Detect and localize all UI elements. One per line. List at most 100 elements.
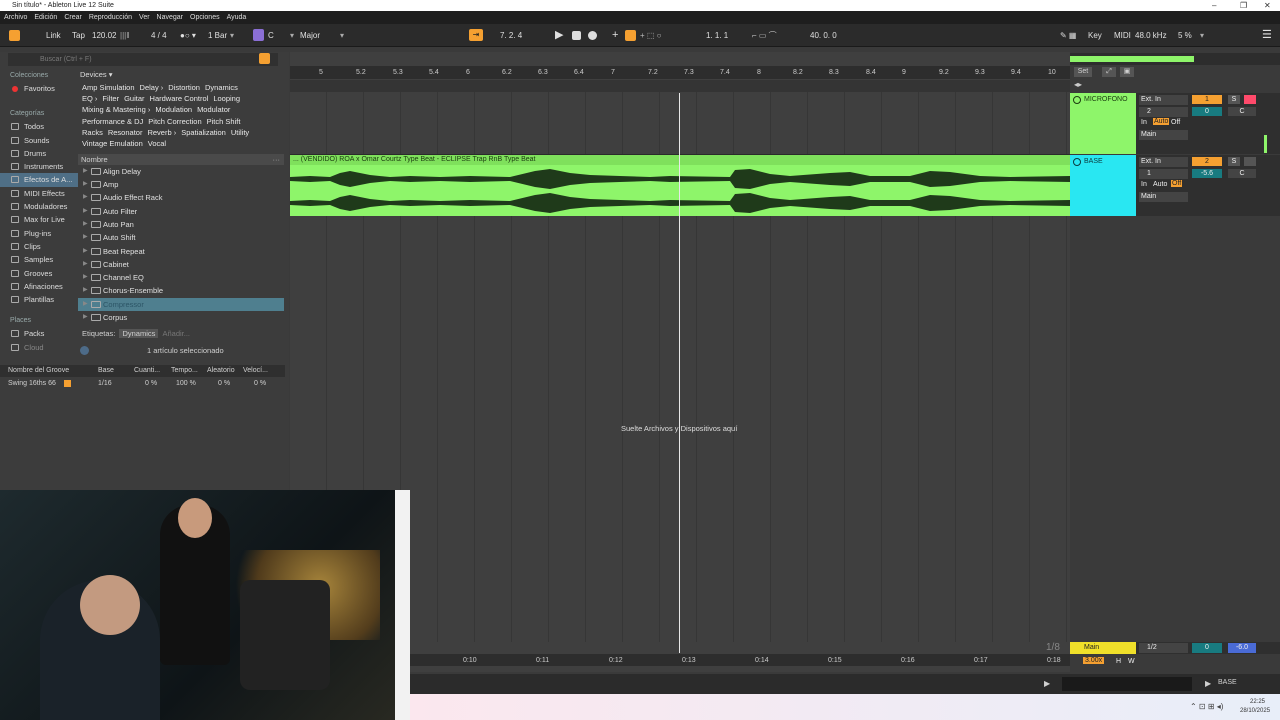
maximize-icon[interactable]: ❐ (1240, 0, 1247, 11)
overdub-icon[interactable]: + (612, 24, 618, 47)
tag-chip[interactable]: Reverb › (145, 127, 178, 138)
capture-icons[interactable]: + ⬚ ○ (640, 24, 662, 47)
sidebar-item-max-for-live[interactable]: Max for Live (0, 213, 78, 226)
play-clip-icon[interactable]: ▶ (1044, 679, 1050, 688)
add-tag-button[interactable]: Añadir... (162, 329, 190, 338)
tag-chip[interactable]: Vocal (146, 138, 168, 149)
groove-velocity[interactable]: 0 % (254, 378, 266, 389)
groove-col-timing[interactable]: Tempo... (171, 365, 198, 377)
follow-icon[interactable]: ⇥ (469, 29, 483, 41)
tag-chip[interactable]: Filter (100, 93, 121, 104)
scale-select[interactable]: Major (300, 24, 320, 47)
link-button[interactable]: Link (46, 24, 61, 47)
input-type-select[interactable]: Ext. In (1139, 95, 1188, 105)
browser-toggle-icon[interactable] (9, 30, 20, 41)
tag-chip[interactable]: Amp Simulation (80, 82, 137, 93)
master-track-header[interactable]: Main (1070, 642, 1136, 654)
zoom-field[interactable]: 3.00x (1083, 657, 1105, 664)
scale-mode-icon[interactable] (253, 29, 264, 41)
tag-chip[interactable]: Distortion (166, 82, 202, 93)
key-root-select[interactable]: C (268, 24, 274, 47)
tag-dynamics[interactable]: Dynamics (119, 329, 159, 338)
song-position[interactable]: 7. 2. 4 (500, 24, 522, 47)
sidebar-item-sounds[interactable]: Sounds (0, 134, 78, 147)
record-icon[interactable] (588, 31, 597, 40)
list-item[interactable]: ▶ Audio Effect Rack (78, 191, 284, 204)
tag-chip[interactable]: Mixing & Mastering › (80, 104, 152, 115)
input-type-select[interactable]: Ext. In (1139, 157, 1188, 167)
groove-quant[interactable]: 0 % (145, 378, 157, 389)
key-map-button[interactable]: Key (1088, 24, 1102, 47)
monitor-auto[interactable]: Auto (1153, 181, 1167, 188)
tag-chip[interactable]: Vintage Emulation (80, 138, 145, 149)
tag-chip[interactable]: Performance & DJ (80, 116, 145, 127)
menu-reproduccion[interactable]: Reproducción (89, 11, 132, 24)
sidebar-item-instruments[interactable]: Instruments (0, 160, 78, 173)
arm-button[interactable] (1244, 157, 1256, 166)
master-volume-field[interactable]: -6.0 (1228, 643, 1256, 653)
tag-chip[interactable]: Pitch Correction (146, 116, 203, 127)
arm-button[interactable] (1244, 95, 1256, 104)
browser-filter-icon[interactable] (259, 53, 270, 64)
pan-field[interactable]: C (1228, 107, 1256, 116)
groove-random[interactable]: 0 % (218, 378, 230, 389)
groove-col-velocity[interactable]: Velocí... (243, 365, 268, 377)
quantize-chevron-icon[interactable]: ▾ (230, 24, 234, 47)
monitor-off[interactable]: Off (1171, 180, 1183, 187)
list-item[interactable]: ▶ Chorus-Ensemble (78, 284, 284, 297)
tag-chip[interactable]: Hardware Control (148, 93, 211, 104)
tag-chip[interactable]: EQ › (80, 93, 99, 104)
output-select[interactable]: Main (1139, 130, 1188, 140)
tempo-field[interactable]: 120.02 (92, 24, 116, 47)
solo-button[interactable]: S (1228, 95, 1240, 104)
groove-base[interactable]: 1/16 (98, 378, 112, 389)
name-column-header[interactable]: Nombre ··· (78, 154, 284, 165)
volume-field[interactable]: -5.6 (1192, 169, 1222, 178)
sidebar-item-samples[interactable]: Samples (0, 253, 78, 266)
mini-overview[interactable] (1062, 677, 1192, 691)
sidebar-item-midi-effects[interactable]: MIDI Effects (0, 187, 78, 200)
automation-arm-icon[interactable] (625, 30, 636, 41)
monitor-in[interactable]: In (1141, 119, 1147, 126)
tag-chip[interactable]: Guitar (122, 93, 146, 104)
list-item[interactable]: ▶ Beat Repeat (78, 245, 284, 258)
tag-chip[interactable]: Dynamics (203, 82, 240, 93)
tag-chip[interactable]: Pitch Shift (205, 116, 243, 127)
midi-map-button[interactable]: MIDI (1114, 24, 1131, 47)
groove-col-random[interactable]: Aleatorio (207, 365, 235, 377)
sidebar-item-clips[interactable]: Clips (0, 240, 78, 253)
nudge-icon[interactable]: |||‖ (120, 24, 130, 47)
list-item[interactable]: ▶ Auto Filter (78, 205, 284, 218)
tap-button[interactable]: Tap (72, 24, 85, 47)
menu-edicion[interactable]: Edición (34, 11, 57, 24)
track-activator-icon[interactable] (1073, 158, 1081, 166)
track-header-microfono[interactable]: MICROFONO (1070, 93, 1136, 154)
sidebar-item-cloud[interactable]: Cloud (0, 341, 78, 354)
expand-arrows-icon[interactable]: ⤢ (1102, 67, 1116, 77)
sidebar-item-drums[interactable]: Drums (0, 147, 78, 160)
menu-opciones[interactable]: Opciones (190, 11, 220, 24)
loop-length-field[interactable]: 40. 0. 0 (810, 24, 837, 47)
list-item[interactable]: ▶ Channel EQ (78, 271, 284, 284)
track-play-icon[interactable]: ▶ (1205, 679, 1211, 688)
sidebar-item-audio-effects[interactable]: Efectos de A... (0, 173, 78, 187)
playhead[interactable] (679, 93, 680, 653)
draw-mode-icon[interactable]: ✎ ▦ (1060, 24, 1076, 47)
pan-field[interactable]: C (1228, 169, 1256, 178)
collapse-arrows-icon[interactable]: ◂▸ (1074, 80, 1082, 89)
tag-chip[interactable]: Modulation (153, 104, 194, 115)
input-channel-select[interactable]: 1 (1139, 169, 1188, 179)
info-icon[interactable] (80, 346, 89, 355)
track-name[interactable]: BASE (1084, 158, 1103, 165)
track-name[interactable]: MICROFONO (1084, 96, 1128, 103)
grid-fraction[interactable]: 1/8 (1046, 642, 1060, 653)
monitor-in[interactable]: In (1141, 181, 1147, 188)
solo-button[interactable]: S (1228, 157, 1240, 166)
sidebar-item-todos[interactable]: Todos (0, 120, 78, 133)
output-select[interactable]: Main (1139, 192, 1188, 202)
table-row[interactable]: Swing 16ths 66 1/16 0 % 100 % 0 % 0 % (0, 378, 285, 389)
track-header-base[interactable]: BASE (1070, 155, 1136, 216)
locator-lane[interactable] (290, 80, 1070, 92)
sidebar-item-grooves[interactable]: Grooves (0, 267, 78, 280)
set-button[interactable]: Set (1074, 67, 1092, 77)
